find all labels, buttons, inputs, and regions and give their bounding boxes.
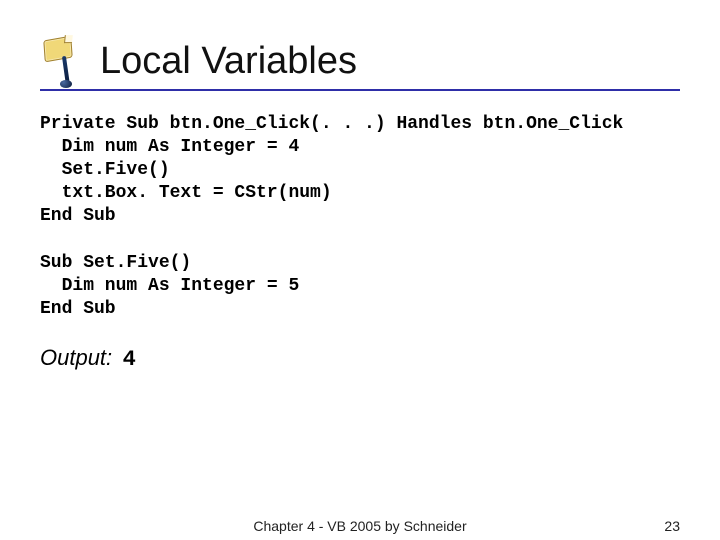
code-block-1: Private Sub btn.One_Click(. . .) Handles… — [40, 113, 680, 228]
slide: Local Variables Private Sub btn.One_Clic… — [0, 0, 720, 540]
title-underline — [40, 89, 680, 91]
output-label: Output: — [40, 345, 112, 370]
page-title: Local Variables — [100, 40, 680, 83]
output-line: Output: 4 — [40, 345, 680, 372]
paper-fold-icon — [64, 35, 73, 43]
paper-icon — [43, 36, 72, 63]
pin-base-icon — [60, 80, 72, 88]
output-value: 4 — [123, 347, 136, 372]
slide-header: Local Variables — [40, 40, 680, 83]
footer-caption: Chapter 4 - VB 2005 by Schneider — [253, 518, 466, 534]
code-block-2: Sub Set.Five() Dim num As Integer = 5 En… — [40, 252, 680, 321]
page-number: 23 — [664, 518, 680, 534]
pushpin-note-icon — [40, 36, 88, 84]
